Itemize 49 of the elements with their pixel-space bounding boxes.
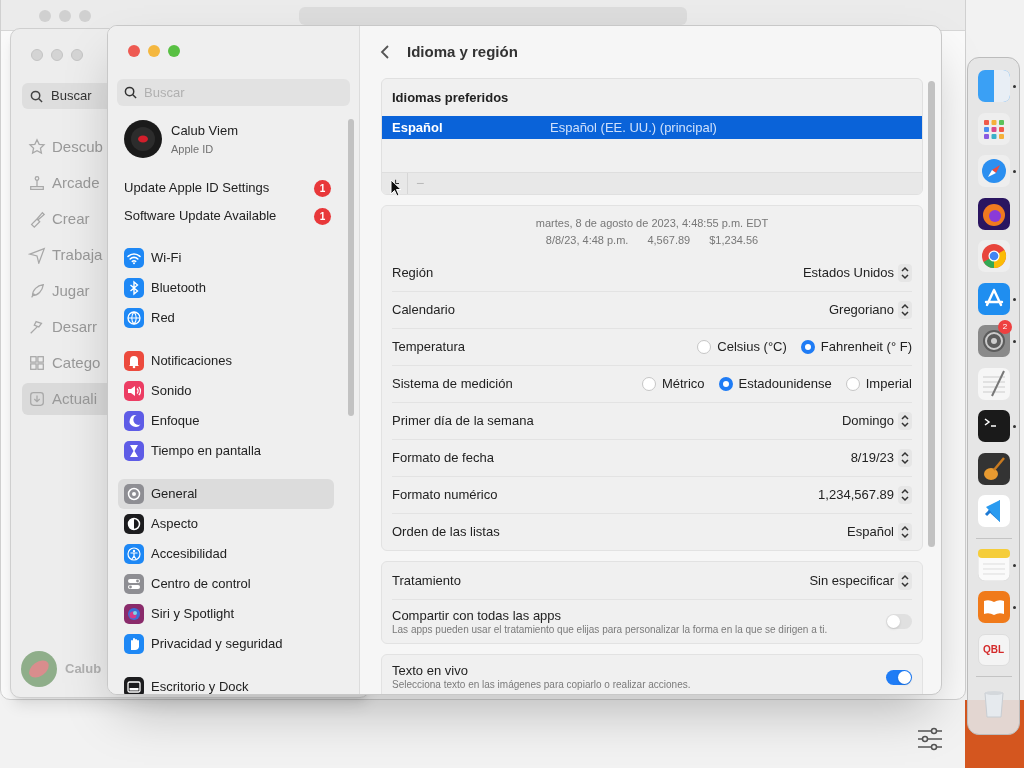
radio-option[interactable]: Estadounidense	[718, 374, 832, 394]
radio-option[interactable]: Métrico	[641, 374, 705, 394]
sidebar-item[interactable]: Enfoque	[118, 406, 334, 436]
popup-button[interactable]: 8/19/23	[850, 448, 912, 468]
sidebar-item[interactable]: Tiempo en pantalla	[118, 436, 334, 466]
setting-description: Las apps pueden usar el tratamiento que elijas para personalizar la forma en la que se dirigen a ti.	[392, 623, 828, 636]
format-preview: $1,234.56	[709, 232, 759, 248]
sidebar-notice[interactable]: Software Update Available 1	[117, 202, 331, 230]
sidebar-item[interactable]: Red	[118, 303, 334, 333]
setting-label: Sistema de medición	[392, 375, 513, 394]
language-row[interactable]: Español Español (EE. UU.) (principal)	[382, 116, 922, 139]
setting-label: Primer día de la semana	[392, 412, 534, 431]
sidebar-notice[interactable]: Update Apple ID Settings 1	[117, 174, 331, 202]
notification-badge: 2	[998, 320, 1012, 334]
app-logo[interactable]: QBL	[977, 633, 1010, 666]
setting-label: Formato numérico	[392, 486, 498, 505]
setting-label: Orden de las listas	[392, 523, 500, 542]
popup-button[interactable]: 1,234,567.89	[818, 485, 912, 505]
setting-label: Temperatura	[392, 338, 465, 357]
format-preview: 8/8/23, 4:48 p.m.	[545, 232, 629, 248]
sidebar-item[interactable]: Centro de control	[118, 569, 334, 599]
sidebar-item[interactable]: Siri y Spotlight	[118, 599, 334, 629]
radio-option[interactable]: Celsius (°C)	[697, 337, 787, 357]
radio-option[interactable]: Imperial	[845, 374, 912, 394]
popup-button[interactable]: Español	[847, 522, 912, 542]
setting-description: Selecciona texto en las imágenes para copiarlo o realizar acciones.	[392, 679, 691, 691]
sidebar-item[interactable]: General	[118, 479, 334, 509]
setting-label: Formato de fecha	[392, 449, 494, 468]
popup-button[interactable]: Estados Unidos	[802, 262, 912, 283]
sidebar-item[interactable]: Wi-Fi	[118, 243, 334, 273]
popup-button[interactable]: Sin especificar	[809, 570, 912, 591]
date-preview: martes, 8 de agosto de 2023, 4:48:55 p.m. EDT	[535, 216, 769, 231]
setting-label: Compartir con todas las apps	[392, 607, 563, 624]
sidebar-item[interactable]: Notificaciones	[118, 346, 334, 376]
setting-label: Tratamiento	[392, 571, 461, 590]
sidebar-item[interactable]: Privacidad y seguridad	[118, 629, 334, 659]
popup-button[interactable]: Domingo	[841, 411, 912, 431]
setting-label: Texto en vivo	[392, 663, 469, 679]
sidebar-item[interactable]: Bluetooth	[118, 273, 334, 303]
sidebar-item[interactable]: Sonido	[118, 376, 334, 406]
sidebar-item[interactable]: Accesibilidad	[118, 539, 334, 569]
sidebar-item[interactable]: Aspecto	[118, 509, 334, 539]
sidebar-item[interactable]: Escritorio y Dock	[118, 672, 334, 694]
radio-option[interactable]: Fahrenheit (° F)	[800, 337, 912, 357]
search-field[interactable]: Buscar	[22, 83, 107, 109]
setting-label: Calendario	[392, 301, 455, 320]
popup-button[interactable]: Gregoriano	[828, 300, 912, 320]
setting-label: Región	[392, 263, 434, 282]
format-preview: 4,567.89	[647, 232, 691, 248]
